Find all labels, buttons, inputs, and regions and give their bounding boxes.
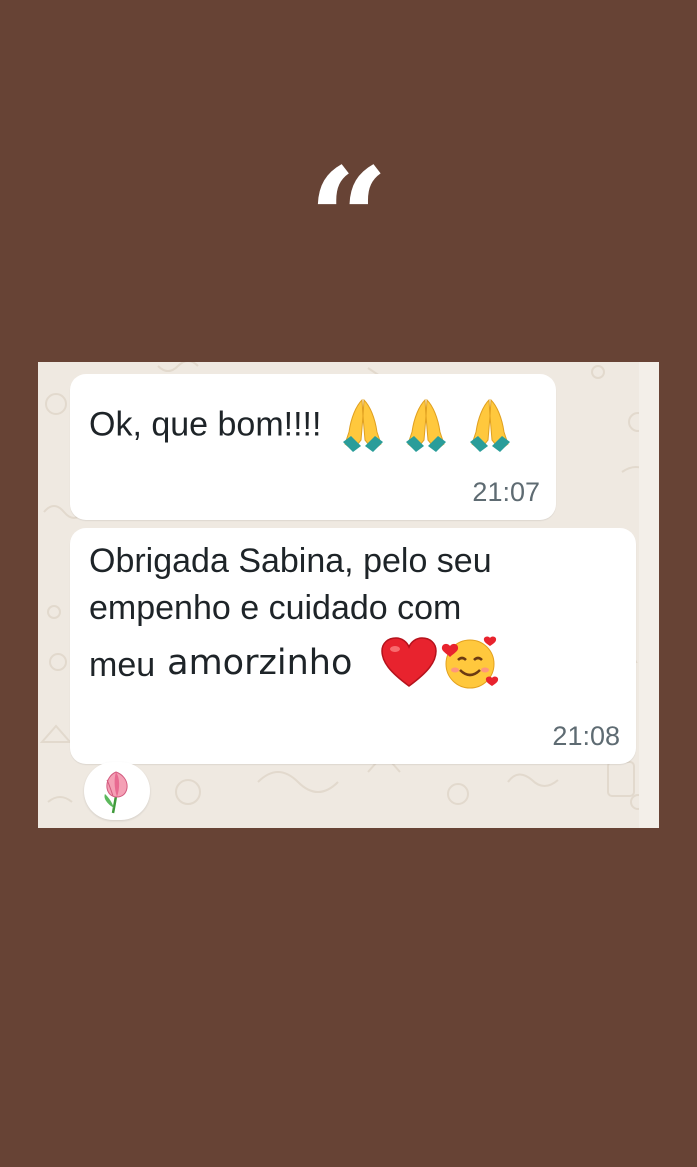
emoji-group: [331, 396, 512, 457]
chat-screenshot: Ok, que bom!!!! 21:07 Obrigada Sabina, p…: [38, 362, 659, 828]
tulip-icon: [104, 771, 128, 814]
message-text-content: Ok, que bom!!!!: [89, 405, 322, 444]
message-text: Ok, que bom!!!!: [89, 396, 512, 457]
smiling-face-with-hearts-icon: [442, 636, 499, 689]
folded-hands-icon: [469, 398, 510, 452]
message-timestamp: 21:07: [472, 477, 540, 507]
message-line: Obrigada Sabina, pelo seu: [89, 542, 492, 580]
overlay-word: amorzinho: [167, 643, 353, 683]
message-text: Obrigada Sabina, pelo seu empenho e cuid…: [89, 538, 500, 692]
message-line: meu: [89, 646, 156, 684]
red-heart-icon: [381, 637, 438, 687]
folded-hands-icon: [406, 398, 447, 452]
message-line-last: meu amorzinho: [89, 632, 500, 692]
reaction-badge[interactable]: [84, 762, 150, 820]
folded-hands-icon: [342, 398, 383, 452]
message-timestamp: 21:08: [552, 721, 620, 751]
message-line: empenho e cuidado com: [89, 589, 462, 627]
chat-edge-strip: [639, 362, 659, 828]
message-bubble[interactable]: Obrigada Sabina, pelo seu empenho e cuid…: [70, 528, 636, 764]
quote-mark: “: [308, 138, 389, 302]
message-bubble[interactable]: Ok, que bom!!!! 21:07: [70, 374, 556, 520]
